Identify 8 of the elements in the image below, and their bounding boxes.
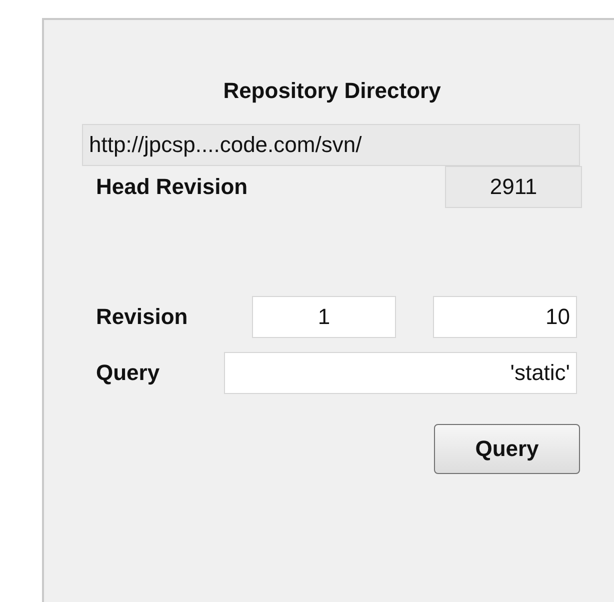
- section-title: Repository Directory: [222, 77, 442, 105]
- field-label: Query: [96, 360, 161, 386]
- field-label: Revision: [96, 304, 189, 330]
- query-field[interactable]: 'static': [224, 352, 577, 394]
- field-label: Head Revision: [96, 174, 248, 200]
- input-field[interactable]: 1: [252, 296, 396, 338]
- input-field[interactable]: 10: [433, 296, 577, 338]
- query-button[interactable]: Query: [434, 424, 580, 474]
